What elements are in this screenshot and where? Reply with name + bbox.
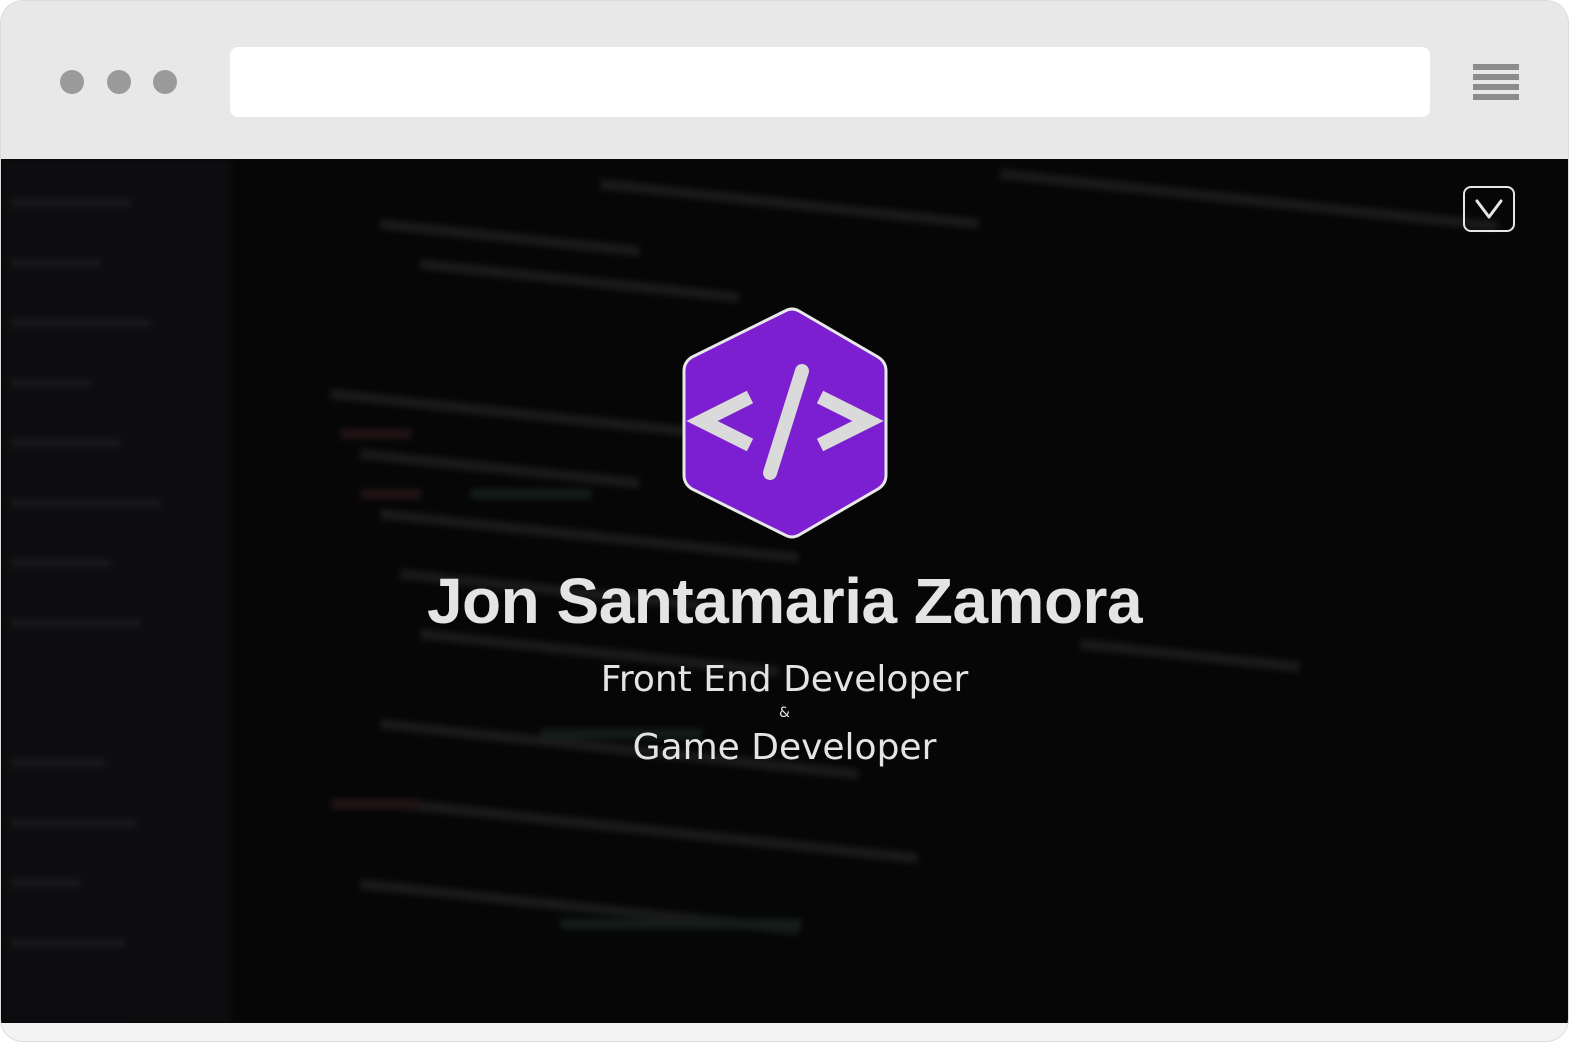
window-control-dot[interactable]: [107, 70, 131, 94]
browser-window: Jon Santamaria Zamora Front End Develope…: [1, 1, 1568, 1041]
window-control-dot[interactable]: [60, 70, 84, 94]
scroll-down-button[interactable]: [1463, 186, 1515, 232]
hero-role-separator: &: [779, 705, 790, 721]
page-viewport: Jon Santamaria Zamora Front End Develope…: [1, 159, 1568, 1023]
browser-toolbar: [1, 1, 1568, 159]
address-bar-input[interactable]: [230, 47, 1430, 117]
hero-name: Jon Santamaria Zamora: [426, 565, 1143, 637]
window-bottom-edge: [1, 1023, 1568, 1041]
hero-role-secondary: Game Developer: [632, 727, 937, 768]
window-control-dot[interactable]: [153, 70, 177, 94]
chevron-down-icon: [1475, 199, 1503, 219]
code-brackets-icon: [682, 307, 888, 539]
hero-role-primary: Front End Developer: [600, 659, 969, 700]
hamburger-icon[interactable]: [1473, 64, 1519, 100]
